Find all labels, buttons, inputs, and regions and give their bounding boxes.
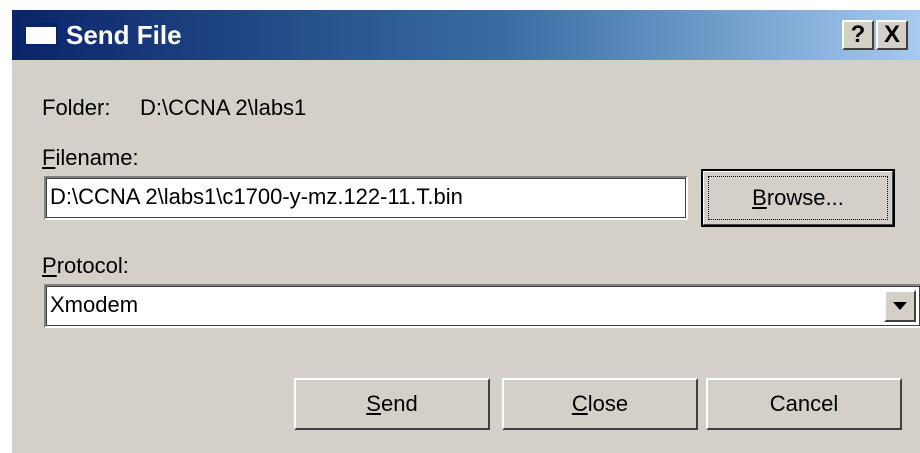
- browse-mnemonic: B: [752, 185, 767, 210]
- chevron-down-icon[interactable]: [884, 290, 916, 322]
- close-button[interactable]: Close: [502, 378, 698, 430]
- cancel-button-label: Cancel: [769, 391, 839, 416]
- send-button-label: Send: [296, 380, 488, 428]
- protocol-label-rest: rotocol:: [56, 253, 129, 278]
- send-label-rest: end: [380, 391, 418, 416]
- protocol-selected-value: Xmodem: [50, 292, 139, 317]
- close-icon[interactable]: X: [876, 20, 908, 50]
- protocol-label: Protocol:: [42, 252, 129, 280]
- browse-label-rest: rowse...: [766, 185, 844, 210]
- send-file-dialog: Send File ? X Folder: D:\CCNA 2\labs1 Fi…: [10, 8, 920, 453]
- folder-label: Folder:: [42, 95, 111, 120]
- close-mnemonic: C: [571, 391, 588, 416]
- filename-label-mnemonic: F: [42, 145, 56, 170]
- window-icon: [24, 22, 58, 46]
- send-mnemonic: S: [366, 391, 381, 416]
- protocol-dropdown[interactable]: Xmodem: [44, 284, 920, 328]
- browse-button[interactable]: Browse...: [701, 169, 895, 227]
- close-button-label: Close: [504, 380, 696, 428]
- title-bar[interactable]: Send File ? X: [12, 10, 920, 60]
- help-button[interactable]: ?: [842, 20, 874, 50]
- cancel-button[interactable]: Cancel: [706, 378, 902, 430]
- filename-label-rest: ilename:: [55, 145, 139, 170]
- protocol-label-mnemonic: P: [42, 253, 57, 278]
- close-label-rest: lose: [587, 391, 629, 416]
- filename-input[interactable]: D:\CCNA 2\labs1\c1700-y-mz.122-11.T.bin: [44, 176, 688, 220]
- send-button[interactable]: Send: [294, 378, 490, 430]
- browse-button-label: Browse...: [708, 176, 888, 220]
- filename-label: Filename:: [42, 144, 139, 172]
- folder-value: D:\CCNA 2\labs1: [140, 95, 307, 120]
- window-title: Send File: [66, 20, 182, 50]
